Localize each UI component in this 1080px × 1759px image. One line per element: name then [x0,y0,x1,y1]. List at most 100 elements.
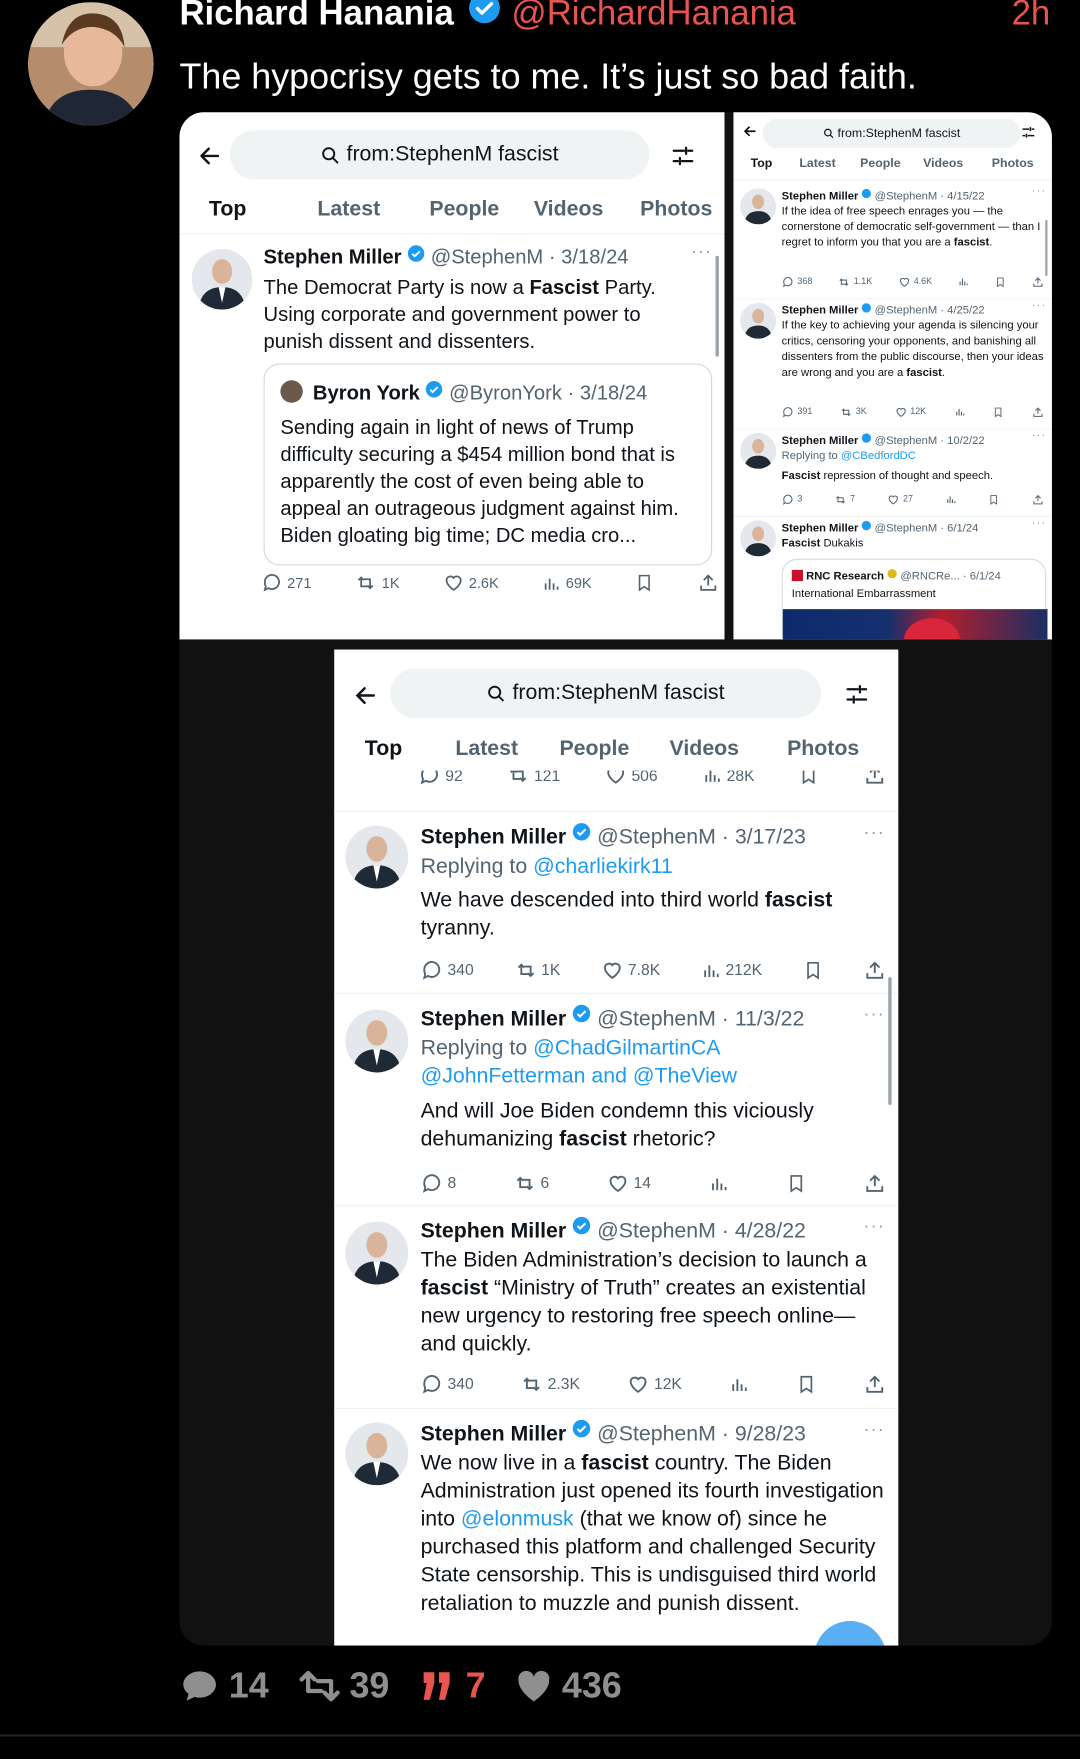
scrollbar[interactable] [715,255,719,357]
back-arrow-icon[interactable] [197,144,222,174]
views-button[interactable] [945,494,956,505]
avatar[interactable] [740,188,777,225]
quoted-tweet[interactable]: Byron York @ByronYork · 3/18/24 Sending … [263,363,713,566]
quoted-tweet[interactable]: RNC Research @RNCRe... · 6/1/24 Internat… [781,558,1048,640]
more-icon[interactable]: ··· [864,1416,885,1444]
quote-button[interactable]: 7 [419,1665,486,1707]
views-button[interactable] [958,276,969,287]
author-handle[interactable]: @RichardHanania [511,0,796,34]
repost-button[interactable]: 39 [298,1665,389,1707]
like-button[interactable]: 12K [627,1370,682,1398]
share-icon[interactable] [864,1172,886,1194]
tab-top[interactable]: Top [204,197,251,222]
tab-people[interactable]: People [426,197,502,222]
avatar[interactable] [345,825,409,889]
reply-mention[interactable]: @charliekirk11 [533,855,673,879]
repost-button[interactable]: 121 [507,770,560,787]
views-button[interactable]: 28K [702,770,755,786]
tweet-author[interactable]: Stephen Miller [421,1219,567,1243]
like-button[interactable]: 506 [605,770,658,787]
avatar[interactable] [345,1009,409,1073]
reply-button[interactable]: 271 [261,572,311,593]
share-icon[interactable] [1032,275,1044,287]
tab-photos[interactable]: Photos [990,157,1035,170]
like-button[interactable]: 7.8K [601,956,660,984]
bookmark-icon[interactable] [799,770,819,787]
comment-button[interactable]: 14 [179,1665,269,1707]
more-icon[interactable]: ··· [1032,298,1047,314]
avatar[interactable] [345,1422,409,1486]
bookmark-icon[interactable] [993,406,1004,418]
more-icon[interactable]: ··· [1032,429,1047,445]
more-icon[interactable]: ··· [864,1213,885,1241]
tweet[interactable]: Stephen Miller @StephenM · 3/17/23 ··· R… [334,812,898,993]
tweet[interactable]: Stephen Miller @StephenM · 11/3/22 ··· R… [334,994,898,1205]
filter-sliders-icon[interactable] [844,682,869,712]
views-button[interactable] [954,406,965,417]
views-button[interactable]: 69K [542,573,592,593]
tweet-author[interactable]: Stephen Miller [421,826,567,850]
tweet-author[interactable]: Stephen Miller [782,522,859,534]
views-button[interactable]: 212K [701,956,762,984]
tweet[interactable]: Stephen Miller @StephenM · 9/28/23 ··· W… [334,1409,898,1646]
share-icon[interactable] [863,1373,885,1395]
tweet-author[interactable]: Stephen Miller [782,435,859,447]
tab-top[interactable]: Top [363,737,403,762]
tweet[interactable]: Stephen Miller @StephenM · 10/2/22 ··· R… [733,429,1052,517]
scrollbar[interactable] [888,977,892,1105]
back-arrow-icon[interactable] [353,683,378,713]
tweet[interactable]: Stephen Miller @StephenM · 4/25/22 ··· I… [733,298,1052,428]
reply-button[interactable]: 340 [421,1370,474,1398]
avatar[interactable] [191,249,253,310]
reply-button[interactable]: 3 [782,491,802,507]
repost-button[interactable]: 7 [834,491,855,507]
post-media[interactable]: from:StephenM fascist Top Latest People … [179,112,1052,1646]
like-button[interactable]: 14 [607,1169,651,1197]
tab-people[interactable]: People [858,157,903,170]
views-button[interactable] [729,1374,749,1394]
reply-mention-2[interactable]: @JohnFetterman and @TheView [421,1065,737,1089]
reply-mention[interactable]: @ChadGilmartinCA [533,1037,720,1061]
share-icon[interactable] [864,770,886,787]
views-button[interactable] [708,1173,728,1193]
tweet-author[interactable]: Stephen Miller [782,305,859,317]
tab-latest[interactable]: Latest [797,157,837,170]
reply-mention[interactable]: @CBedfordDC [841,450,916,462]
like-button[interactable]: 2.6K [443,572,499,593]
bookmark-icon[interactable] [988,493,999,505]
bookmark-icon[interactable] [995,275,1006,287]
repost-button[interactable]: 1.1K [838,274,872,290]
filter-sliders-icon[interactable] [671,144,696,174]
filter-sliders-icon[interactable] [1021,125,1037,146]
reply-button[interactable]: 340 [421,956,474,984]
tweet[interactable]: Stephen Miller @StephenM · 3/18/24 ··· T… [179,242,724,639]
more-icon[interactable]: ··· [1032,184,1047,200]
more-icon[interactable]: ··· [864,1001,885,1029]
back-arrow-icon[interactable] [742,123,758,144]
avatar[interactable] [740,520,777,557]
more-icon[interactable]: ··· [1032,516,1047,532]
share-icon[interactable] [863,959,885,981]
tab-latest[interactable]: Latest [451,737,523,762]
tab-people[interactable]: People [556,737,632,762]
like-button[interactable]: 4.6K [898,274,932,290]
bookmark-icon[interactable] [635,572,654,593]
tweet[interactable]: Stephen Miller @StephenM · 6/1/24 ··· Fa… [733,516,1052,640]
search-bar[interactable]: from:StephenM fascist [390,668,821,718]
tab-videos[interactable]: Videos [666,737,742,762]
repost-button[interactable]: 1K [514,956,560,984]
reply-button[interactable]: 368 [782,274,812,290]
search-bar[interactable]: from:StephenM fascist [229,130,650,180]
like-button[interactable]: 12K [895,404,926,420]
like-button[interactable]: 436 [515,1665,622,1707]
tab-videos[interactable]: Videos [534,197,604,222]
bookmark-icon[interactable] [796,1373,816,1395]
repost-button[interactable]: 1K [355,572,400,593]
like-button[interactable]: 27 [887,491,913,507]
share-icon[interactable] [1032,493,1044,505]
search-bar[interactable]: from:StephenM fascist [762,118,1021,149]
tweet-author[interactable]: Stephen Miller [421,1007,567,1031]
scrollbar[interactable] [1045,219,1048,276]
bookmark-icon[interactable] [786,1172,806,1194]
tab-top[interactable]: Top [750,157,773,170]
